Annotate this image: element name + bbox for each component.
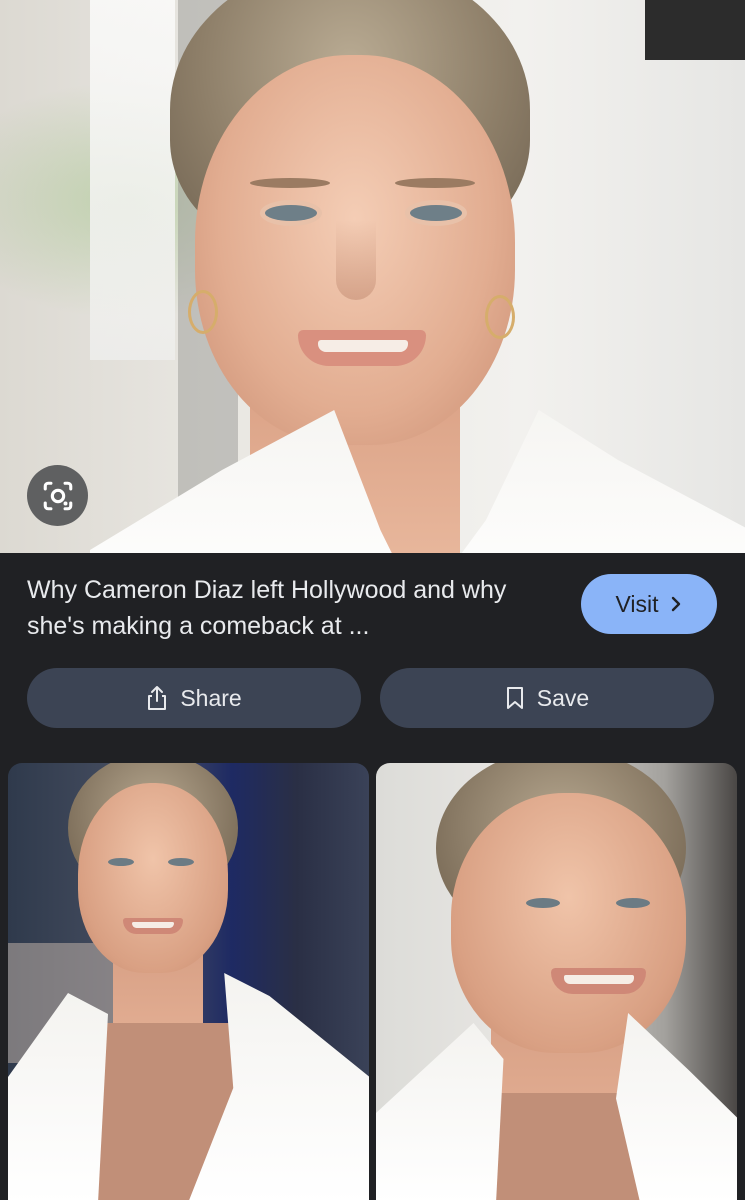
hero-photo (0, 0, 745, 553)
save-label: Save (536, 684, 590, 711)
hero-image[interactable] (0, 0, 745, 553)
share-label: Share (180, 684, 242, 711)
google-lens-button[interactable] (27, 465, 88, 526)
result-title[interactable]: Why Cameron Diaz left Hollywood and why … (27, 572, 547, 644)
google-lens-icon (43, 481, 72, 510)
chevron-right-icon (671, 596, 680, 612)
visit-button-label: Visit (615, 590, 659, 617)
share-icon (148, 686, 167, 710)
image-result-screen: Why Cameron Diaz left Hollywood and why … (0, 0, 745, 1200)
bookmark-icon (506, 687, 523, 709)
share-button[interactable]: Share (27, 668, 361, 728)
visit-button[interactable]: Visit (581, 574, 717, 634)
related-image-2[interactable] (376, 763, 737, 1200)
save-button[interactable]: Save (380, 668, 714, 728)
related-image-1[interactable] (8, 763, 369, 1200)
